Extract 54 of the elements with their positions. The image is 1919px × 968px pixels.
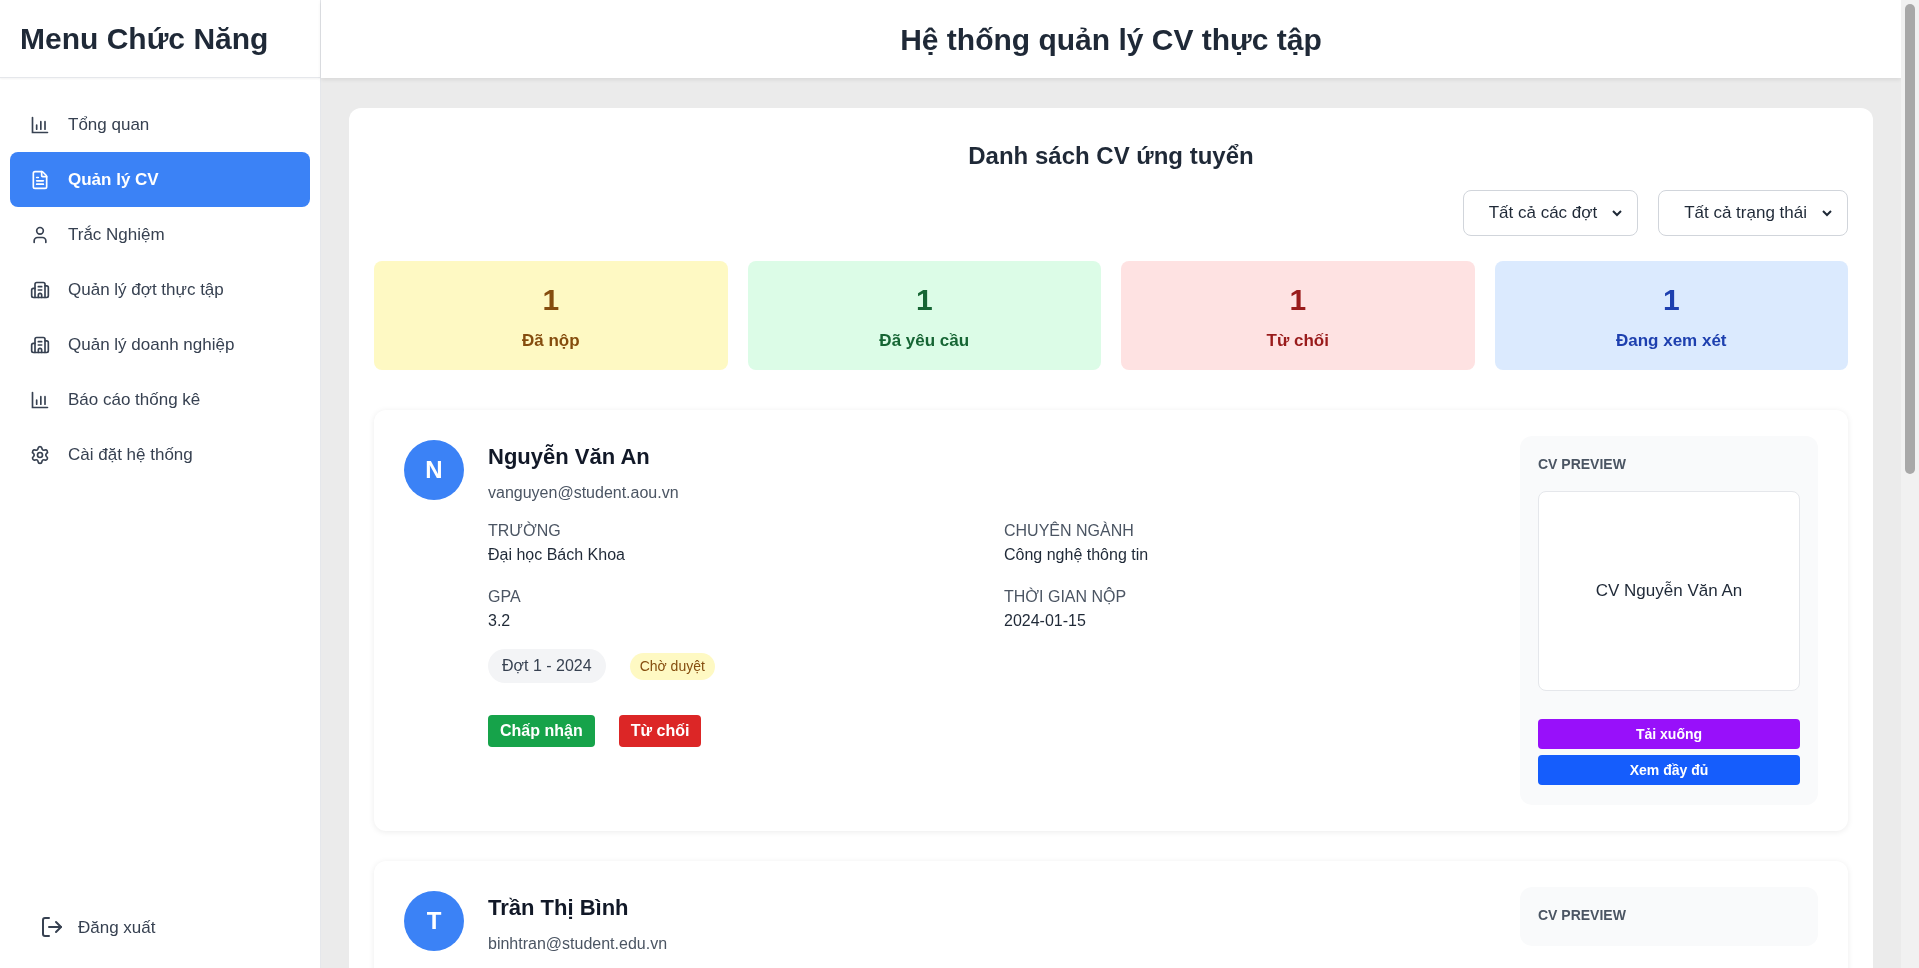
nav-item[interactable]: Trắc Nghiệm bbox=[10, 207, 310, 262]
applicant-email: vanguyen@student.aou.vn bbox=[488, 483, 680, 503]
avatar: T bbox=[404, 891, 464, 951]
field-label: GPA bbox=[488, 587, 522, 607]
bar-chart-icon bbox=[30, 389, 50, 410]
stat-label: Từ chối bbox=[1266, 330, 1329, 353]
applicant-name: Nguyễn Văn An bbox=[488, 443, 651, 471]
field-value: 2024-01-15 bbox=[1004, 611, 1087, 631]
field-value: Đại học Bách Khoa bbox=[488, 545, 626, 565]
chevron-down-icon bbox=[1821, 207, 1833, 219]
field-label: TRƯỜNG bbox=[488, 520, 562, 541]
preview-label: CV PREVIEW bbox=[1538, 906, 1627, 925]
nav-item[interactable]: Tổng quan bbox=[10, 97, 310, 152]
nav-item[interactable]: Quản lý đợt thực tập bbox=[10, 262, 310, 317]
nav-item[interactable]: Quản lý doanh nghiệp bbox=[10, 317, 310, 372]
batch-tag: Đợt 1 - 2024 bbox=[488, 649, 606, 683]
filter-select[interactable]: Tất cả các đợt bbox=[1462, 190, 1639, 236]
applicant-email: binhtran@student.edu.vn bbox=[488, 934, 669, 954]
chevron-down-icon bbox=[1611, 207, 1624, 219]
logout-link[interactable]: Đăng xuất bbox=[40, 914, 280, 940]
field-label: THỜI GIAN NỘP bbox=[1004, 586, 1128, 607]
page-title: Hệ thống quản lý CV thực tập bbox=[900, 21, 1322, 58]
building-icon bbox=[30, 334, 50, 355]
status-badge: Chờ duyệt bbox=[629, 652, 715, 680]
filter-select[interactable]: Tất cả trạng thái bbox=[1658, 190, 1848, 236]
document-title: CV Nguyễn Văn An bbox=[1595, 580, 1743, 603]
building-icon bbox=[30, 279, 50, 300]
stat-label: Đã yêu cầu bbox=[879, 330, 970, 353]
view-full-button[interactable]: Xem đầy đủ bbox=[1538, 755, 1800, 785]
nav-item[interactable]: Quản lý CV bbox=[10, 152, 310, 207]
download-button[interactable]: Tải xuống bbox=[1538, 719, 1800, 749]
stat-label: Đang xem xét bbox=[1615, 330, 1727, 353]
stat-count: 1 bbox=[1662, 282, 1680, 319]
avatar: N bbox=[404, 440, 464, 500]
stat-count: 1 bbox=[542, 282, 560, 319]
stat-count: 1 bbox=[1289, 282, 1307, 319]
stat-count: 1 bbox=[915, 282, 933, 319]
nav-item[interactable]: Cài đặt hệ thống bbox=[10, 427, 310, 482]
field-value: 3.2 bbox=[488, 611, 512, 631]
scrollbar-thumb[interactable] bbox=[1905, 4, 1915, 474]
sidebar-title: Menu Chức Năng bbox=[20, 21, 269, 57]
bar-chart-icon bbox=[30, 114, 50, 135]
document-icon bbox=[30, 169, 50, 190]
logout-icon bbox=[40, 915, 64, 940]
preview-label: CV PREVIEW bbox=[1538, 455, 1627, 474]
field-label: CHUYÊN NGÀNH bbox=[1004, 520, 1135, 541]
applicant-name: Trần Thị Bình bbox=[488, 894, 630, 922]
user-icon bbox=[30, 224, 50, 245]
settings-icon bbox=[30, 444, 50, 465]
stat-label: Đã nộp bbox=[521, 330, 580, 353]
field-value: Công nghệ thông tin bbox=[1004, 545, 1150, 565]
panel-title: Danh sách CV ứng tuyển bbox=[967, 141, 1255, 171]
reject-button[interactable]: Từ chối bbox=[618, 715, 702, 747]
nav-item[interactable]: Báo cáo thống kê bbox=[10, 372, 310, 427]
